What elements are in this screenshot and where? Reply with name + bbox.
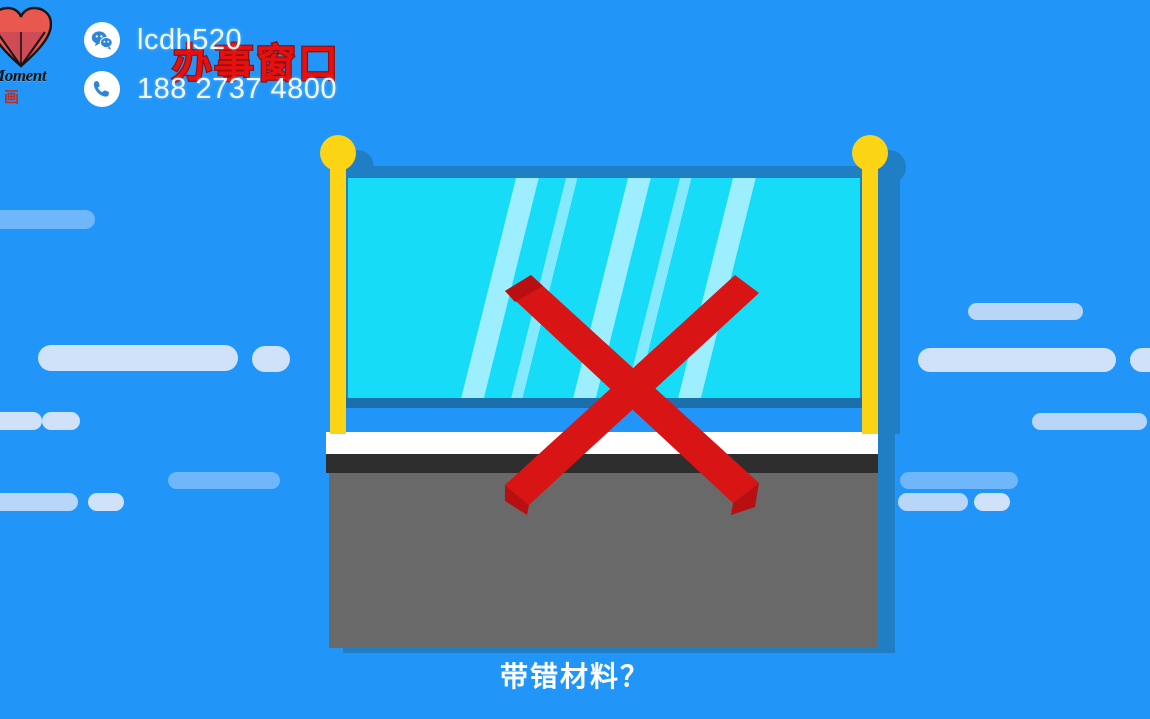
watermark-overlay: Moment 动画 lcdh520 <box>0 0 360 125</box>
cloud-stripe <box>974 493 1010 511</box>
contact-wechat: lcdh520 <box>84 22 242 58</box>
cloud-stripe <box>1130 348 1150 372</box>
contact-phone: 188 2737 4800 <box>84 71 337 107</box>
cloud-stripe <box>968 303 1083 320</box>
left-post <box>320 135 356 434</box>
cloud-stripe <box>38 345 238 371</box>
cloud-stripe <box>898 493 968 511</box>
heart-parachute-icon <box>0 6 52 68</box>
studio-logo: Moment 动画 <box>0 0 70 115</box>
logo-brand-cn-text: 动画 <box>0 89 25 106</box>
cloud-stripe <box>42 412 80 430</box>
red-cross-x-icon <box>505 275 759 515</box>
cloud-stripe <box>168 472 280 489</box>
phone-number-text: 188 2737 4800 <box>137 72 338 105</box>
scene-canvas: 办事窗口 Moment <box>0 0 1150 719</box>
cloud-stripe <box>0 412 42 430</box>
right-post-shadow <box>872 150 906 434</box>
cloud-stripe <box>1032 413 1147 430</box>
cloud-stripe <box>918 348 1116 372</box>
left-post-ball-icon <box>320 135 356 171</box>
cloud-stripe <box>0 210 95 229</box>
wechat-icon <box>84 22 120 58</box>
wechat-id-text: lcdh520 <box>137 23 243 56</box>
right-post-ball-icon <box>852 135 888 171</box>
cloud-stripe <box>252 346 290 372</box>
right-post <box>852 135 888 434</box>
cloud-stripe <box>88 493 124 511</box>
caption-text: 带错材料？ <box>499 661 650 692</box>
phone-icon <box>84 71 120 107</box>
cloud-stripe <box>0 493 78 511</box>
cloud-stripe <box>900 472 1018 489</box>
logo-brand-text: Moment <box>0 66 47 85</box>
